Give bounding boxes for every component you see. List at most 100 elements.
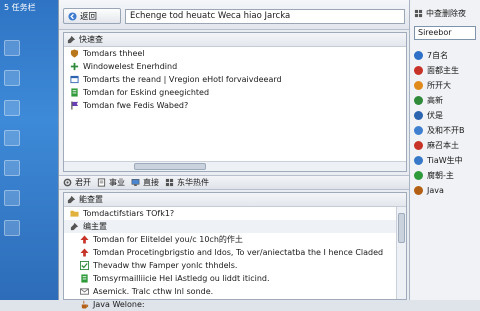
- back-button[interactable]: 返回: [63, 8, 121, 24]
- side-list: 7自名 面都主生 所开大 高新 伏是 及和不开B 麻召本土 TiaW生中 腐朝-…: [414, 48, 478, 198]
- list-item-label: Windowelest Enerhdind: [83, 62, 178, 71]
- list-item-label: Tomdan Procetingbrigstio and ldos, To ve…: [93, 248, 384, 257]
- side-list-item-label: 面都主生: [427, 66, 459, 75]
- side-list-item[interactable]: 伏是: [414, 108, 478, 123]
- side-panel: 中查删除夜 Sireebor 7自名 面都主生 所开大 高新 伏是 及和不开B …: [409, 0, 480, 300]
- tab-item[interactable]: 君开: [63, 177, 91, 188]
- list-item-label: Tomdan fwe Fedis Wabed?: [83, 101, 189, 110]
- list-item[interactable]: Tomdars thheel: [64, 47, 406, 60]
- desktop-shortcut-icon[interactable]: [4, 130, 20, 146]
- desktop-shortcut-icon[interactable]: [4, 70, 20, 86]
- tab-item[interactable]: 事业: [97, 177, 125, 188]
- list-item-label: Thevadw thw Famper yonlc thhdels.: [93, 261, 238, 270]
- side-list-item[interactable]: 高新: [414, 93, 478, 108]
- pin-icon: [67, 35, 76, 44]
- app-icon: [414, 156, 423, 165]
- quick-search-panel: 快速查 Tomdars thheel Windowelest Enerhdind…: [63, 32, 407, 172]
- list-item-label: Tomdactifstiars TOfk1?: [83, 209, 175, 218]
- app-icon: [414, 66, 423, 75]
- side-search-input[interactable]: Sireebor: [414, 26, 476, 40]
- scrollbar-thumb[interactable]: [134, 163, 206, 170]
- side-panel-header: 中查删除夜: [414, 8, 466, 19]
- group-header-label: 编主置: [83, 222, 107, 231]
- desktop-shortcut-icon[interactable]: [4, 190, 20, 206]
- side-list-item[interactable]: 麻召本土: [414, 138, 478, 153]
- java-icon: [81, 300, 89, 309]
- desktop-shortcut-icon[interactable]: [4, 220, 20, 236]
- list-item[interactable]: Tomdan for Eliteldel you/c 10ch的作土: [64, 233, 406, 246]
- list-item-label: Tomdarts the reand | Vregion eHotl forva…: [83, 75, 282, 84]
- side-list-item[interactable]: 面都主生: [414, 63, 478, 78]
- mail-icon: [80, 288, 89, 295]
- tab-item[interactable]: 东华热件: [165, 177, 209, 188]
- tab-item[interactable]: 直接: [131, 177, 159, 188]
- list-item[interactable]: Tomdan Procetingbrigstio and ldos, To ve…: [64, 246, 406, 259]
- list-item-label: Tomsyrmailliicie HeI iAstledg ou liddt i…: [93, 274, 270, 283]
- side-list-item-label: 伏是: [427, 111, 443, 120]
- shield-icon: [70, 49, 79, 58]
- vertical-scrollbar[interactable]: [396, 207, 406, 299]
- desktop-shortcut-icon[interactable]: [4, 40, 20, 56]
- app-icon: [414, 81, 423, 90]
- list-item-label: Tomdan for Eliteldel you/c 10ch的作土: [93, 235, 243, 244]
- page-icon: [71, 88, 78, 97]
- tab-label: 直接: [143, 178, 159, 187]
- list-item-label: Tomdan for Eskind gneegichted: [83, 88, 210, 97]
- list-item[interactable]: Tomdan for Eskind gneegichted: [64, 86, 406, 99]
- settings-panel: 能查置 Tomdactifstiars TOfk1? 编主置 Tomdan fo…: [63, 192, 407, 309]
- address-field[interactable]: Echenge tod heuatc Weca hiao Jarcka: [125, 9, 405, 24]
- list-item-label: Java Welone:: [93, 300, 145, 309]
- arrow-up-icon: [80, 248, 89, 257]
- tab-label: 事业: [109, 178, 125, 187]
- list-item[interactable]: Tomsyrmailliicie HeI iAstledg ou liddt i…: [64, 272, 406, 285]
- side-list-item[interactable]: TiaW生中: [414, 153, 478, 168]
- desktop-shortcut-icon[interactable]: [4, 160, 20, 176]
- side-list-item[interactable]: Java: [414, 183, 478, 198]
- list-item[interactable]: Windowelest Enerhdind: [64, 60, 406, 73]
- tab-bar: 君开 事业 直接 东华热件: [59, 175, 409, 190]
- side-list-item[interactable]: 所开大: [414, 78, 478, 93]
- horizontal-scrollbar[interactable]: [64, 161, 406, 171]
- list-item[interactable]: Tomdactifstiars TOfk1?: [64, 207, 406, 220]
- monitor-icon: [131, 179, 140, 186]
- side-list-item-label: 所开大: [427, 81, 451, 90]
- grid-icon: [165, 178, 174, 187]
- pin-icon: [67, 195, 76, 204]
- side-list-item-label: Java: [427, 186, 444, 195]
- group-header[interactable]: 编主置: [64, 220, 406, 233]
- list-item[interactable]: Asemick. Tralc cthw lnl sonde.: [64, 285, 406, 298]
- arrow-up-icon: [80, 235, 89, 244]
- list-item[interactable]: Thevadw thw Famper yonlc thhdels.: [64, 259, 406, 272]
- app-icon: [414, 141, 423, 150]
- panel-header: 快速查: [64, 33, 406, 47]
- side-list-item-label: 麻召本土: [427, 141, 459, 150]
- panel-header-label: 能查置: [79, 195, 103, 204]
- app-icon: [414, 96, 423, 105]
- list-item[interactable]: Tomdarts the reand | Vregion eHotl forva…: [64, 73, 406, 86]
- app-window: 返回 Echenge tod heuatc Weca hiao Jarcka 快…: [58, 0, 480, 309]
- scrollbar-thumb[interactable]: [398, 213, 405, 243]
- side-panel-title: 中查删除夜: [426, 9, 466, 18]
- flag-icon: [71, 101, 79, 110]
- side-list-item[interactable]: 7自名: [414, 48, 478, 63]
- side-list-item[interactable]: 腐朝-主: [414, 168, 478, 183]
- tab-label: 君开: [75, 178, 91, 187]
- pin-icon: [70, 222, 79, 231]
- panel-header: 能查置: [64, 193, 406, 207]
- toolbar: 返回 Echenge tod heuatc Weca hiao Jarcka: [59, 0, 409, 30]
- page-icon: [81, 274, 88, 283]
- side-list-item[interactable]: 及和不开B: [414, 123, 478, 138]
- app-icon: [414, 111, 423, 120]
- plus-icon: [70, 62, 79, 71]
- window-icon: [70, 75, 79, 84]
- list-item[interactable]: Tomdan fwe Fedis Wabed?: [64, 99, 406, 112]
- tab-label: 东华热件: [177, 178, 209, 187]
- doc-icon: [97, 178, 106, 187]
- desktop-shortcut-icon[interactable]: [4, 100, 20, 116]
- panel-header-label: 快速查: [79, 35, 103, 44]
- list-item-label: Tomdars thheel: [83, 49, 145, 58]
- desktop-title: 5 任务栏: [4, 3, 36, 12]
- grid-icon: [414, 9, 423, 18]
- gear-icon: [63, 178, 72, 187]
- app-icon: [414, 51, 423, 60]
